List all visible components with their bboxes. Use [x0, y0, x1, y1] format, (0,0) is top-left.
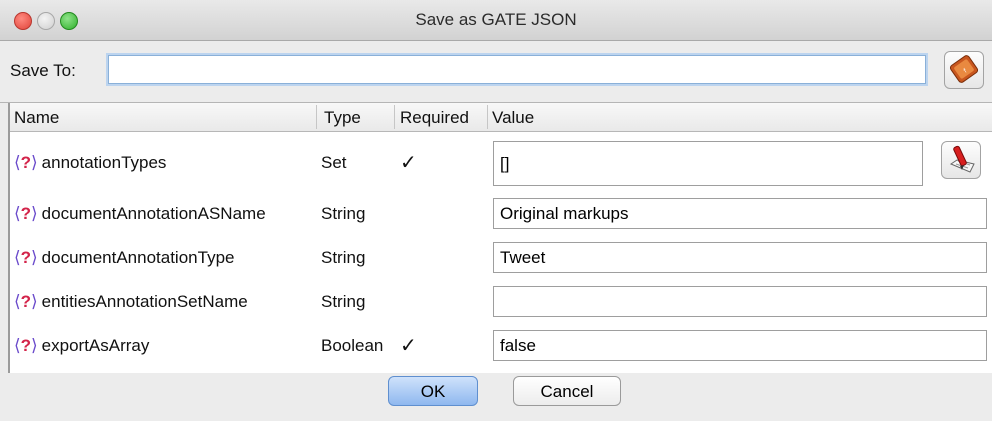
table-row[interactable]: ⟨?⟩ annotationTypes Set ✓: [10, 141, 992, 186]
param-value-input[interactable]: [493, 141, 923, 186]
ok-button[interactable]: OK: [388, 376, 478, 406]
param-name-cell: ⟨?⟩ entitiesAnnotationSetName: [14, 292, 248, 312]
param-type: String: [321, 204, 366, 223]
cancel-button[interactable]: Cancel: [513, 376, 621, 406]
param-name: entitiesAnnotationSetName: [41, 292, 248, 311]
param-name: documentAnnotationType: [41, 248, 235, 267]
edit-list-icon: [949, 145, 975, 173]
save-to-label: Save To:: [10, 61, 76, 80]
parameters-table: Name Type Required Value ⟨?⟩ annotationTy…: [10, 103, 992, 373]
unknown-type-icon: ⟨?⟩: [14, 248, 38, 267]
save-to-row: Save To: f: [0, 41, 992, 103]
save-to-input[interactable]: [108, 55, 926, 84]
param-type: String: [321, 248, 366, 267]
table-row[interactable]: ⟨?⟩ documentAnnotationType String: [10, 236, 992, 280]
unknown-type-icon: ⟨?⟩: [14, 204, 38, 223]
dialog-footer: OK Cancel: [0, 373, 992, 421]
column-header-required[interactable]: Required: [400, 108, 469, 128]
param-value-input[interactable]: [493, 286, 987, 317]
unknown-type-icon: ⟨?⟩: [14, 336, 38, 355]
column-header-type[interactable]: Type: [324, 108, 361, 128]
column-header-name[interactable]: Name: [14, 108, 59, 128]
param-name: documentAnnotationASName: [41, 204, 266, 223]
column-header-value[interactable]: Value: [492, 108, 534, 128]
column-divider: [487, 105, 488, 129]
title-bar[interactable]: Save as GATE JSON: [0, 0, 992, 41]
open-file-icon: f: [949, 55, 979, 83]
table-row[interactable]: ⟨?⟩ documentAnnotationASName String: [10, 192, 992, 236]
param-name-cell: ⟨?⟩ annotationTypes: [14, 153, 166, 173]
browse-file-button[interactable]: f: [944, 51, 984, 89]
required-checkmark: ✓: [400, 152, 417, 174]
param-type: Set: [321, 153, 347, 172]
required-checkmark: ✓: [400, 335, 417, 357]
param-value-input[interactable]: [493, 198, 987, 229]
param-name: annotationTypes: [41, 153, 167, 172]
column-divider: [394, 105, 395, 129]
param-name-cell: ⟨?⟩ documentAnnotationType: [14, 248, 234, 268]
table-row[interactable]: ⟨?⟩ exportAsArray Boolean ✓: [10, 324, 992, 368]
unknown-type-icon: ⟨?⟩: [14, 153, 38, 172]
param-value-input[interactable]: [493, 242, 987, 273]
unknown-type-icon: ⟨?⟩: [14, 292, 38, 311]
edit-list-button[interactable]: [941, 141, 981, 179]
param-name-cell: ⟨?⟩ documentAnnotationASName: [14, 204, 266, 224]
table-row[interactable]: ⟨?⟩ entitiesAnnotationSetName String: [10, 280, 992, 324]
param-name-cell: ⟨?⟩ exportAsArray: [14, 336, 149, 356]
param-value-input[interactable]: [493, 330, 987, 361]
column-divider: [316, 105, 317, 129]
param-type: String: [321, 292, 366, 311]
param-type: Boolean: [321, 336, 384, 355]
table-header: Name Type Required Value: [10, 103, 992, 132]
window-title: Save as GATE JSON: [415, 10, 577, 29]
param-name: exportAsArray: [41, 336, 150, 355]
dialog-window: Save as GATE JSON Save To: f Name Type R…: [0, 0, 992, 421]
